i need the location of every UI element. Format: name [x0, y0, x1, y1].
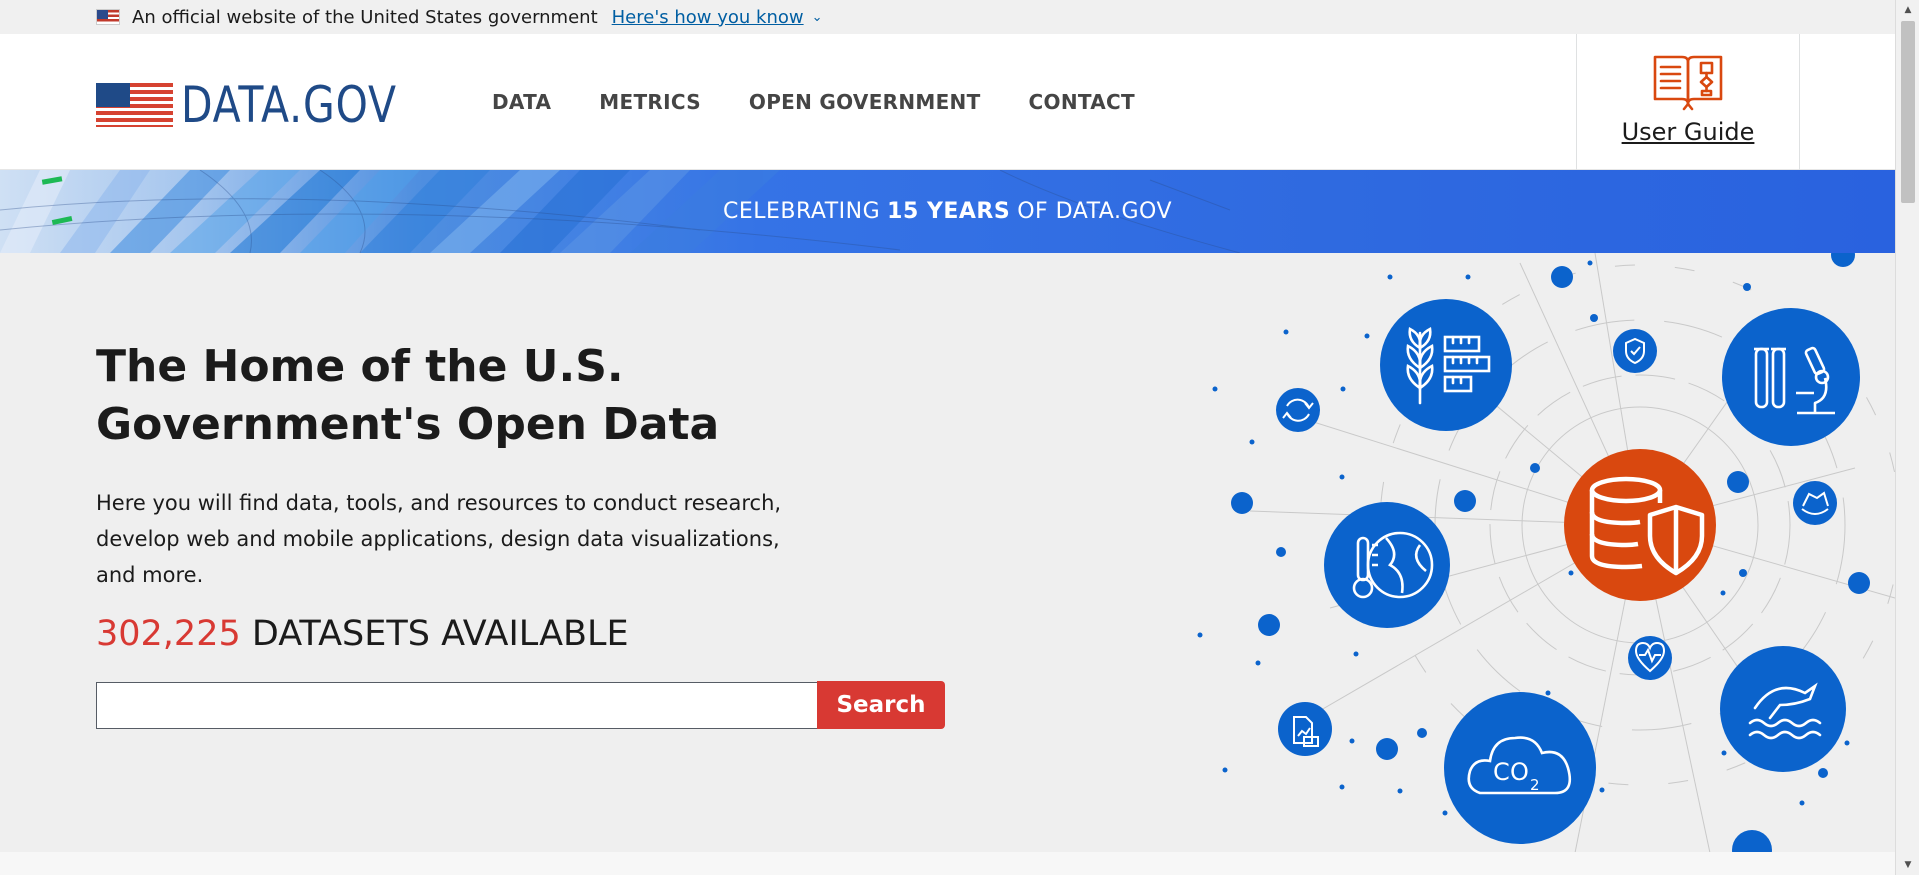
us-flag-icon — [96, 9, 120, 25]
page-title: The Home of the U.S. Government's Open D… — [96, 341, 720, 450]
page-scrollbar[interactable]: ▲ ▼ — [1895, 0, 1919, 875]
logo-flag-icon — [96, 83, 173, 127]
open-data-illustration: C O 2 — [1197, 253, 1895, 853]
nav-item-contact[interactable]: CONTACT — [1029, 90, 1135, 114]
logo-text: DATA.GOV — [181, 76, 397, 134]
scroll-up-arrow-icon[interactable]: ▲ — [1896, 0, 1919, 20]
celebrate-years: 15 YEARS — [887, 199, 1011, 224]
chevron-down-icon[interactable]: ⌄ — [812, 10, 823, 25]
scroll-down-arrow-icon[interactable]: ▼ — [1896, 855, 1919, 875]
celebrate-prefix: CELEBRATING — [722, 199, 881, 224]
site-header: DATA.GOV DATA METRICS OPEN GOVERNMENT CO… — [0, 34, 1895, 170]
svg-text:O: O — [1510, 758, 1529, 786]
heres-how-you-know-link[interactable]: Here's how you know — [612, 7, 804, 28]
celebrate-banner[interactable]: CELEBRATING 15 YEARS OF DATA.GOV — [0, 170, 1895, 253]
dataset-count-label: DATASETS AVAILABLE — [251, 614, 629, 654]
hero-description: Here you will find data, tools, and reso… — [96, 491, 782, 587]
page: An official website of the United States… — [0, 0, 1895, 875]
user-guide-label: User Guide — [1621, 118, 1755, 146]
svg-text:C: C — [1493, 758, 1510, 786]
svg-text:2: 2 — [1530, 776, 1540, 794]
search-button[interactable]: Search — [817, 681, 945, 729]
scroll-thumb[interactable] — [1901, 21, 1915, 203]
nav-item-open-government[interactable]: OPEN GOVERNMENT — [749, 90, 981, 114]
search-input[interactable] — [96, 682, 818, 729]
datagov-logo[interactable]: DATA.GOV — [96, 80, 444, 130]
gov-banner: An official website of the United States… — [0, 0, 1895, 34]
celebrate-suffix: OF DATA.GOV — [1017, 199, 1172, 224]
celebrate-text: CELEBRATING 15 YEARS OF DATA.GOV — [0, 170, 1895, 253]
next-section-edge — [0, 852, 1895, 875]
book-icon — [1653, 55, 1723, 111]
gov-banner-text: An official website of the United States… — [132, 6, 598, 28]
dataset-count-heading: 302,225 DATASETS AVAILABLE — [96, 614, 629, 654]
main-nav: DATA METRICS OPEN GOVERNMENT CONTACT — [492, 90, 1135, 114]
nav-item-metrics[interactable]: METRICS — [599, 90, 701, 114]
nav-item-data[interactable]: DATA — [492, 90, 551, 114]
user-guide-link[interactable]: User Guide — [1576, 34, 1800, 170]
dataset-count: 302,225 — [96, 614, 241, 654]
